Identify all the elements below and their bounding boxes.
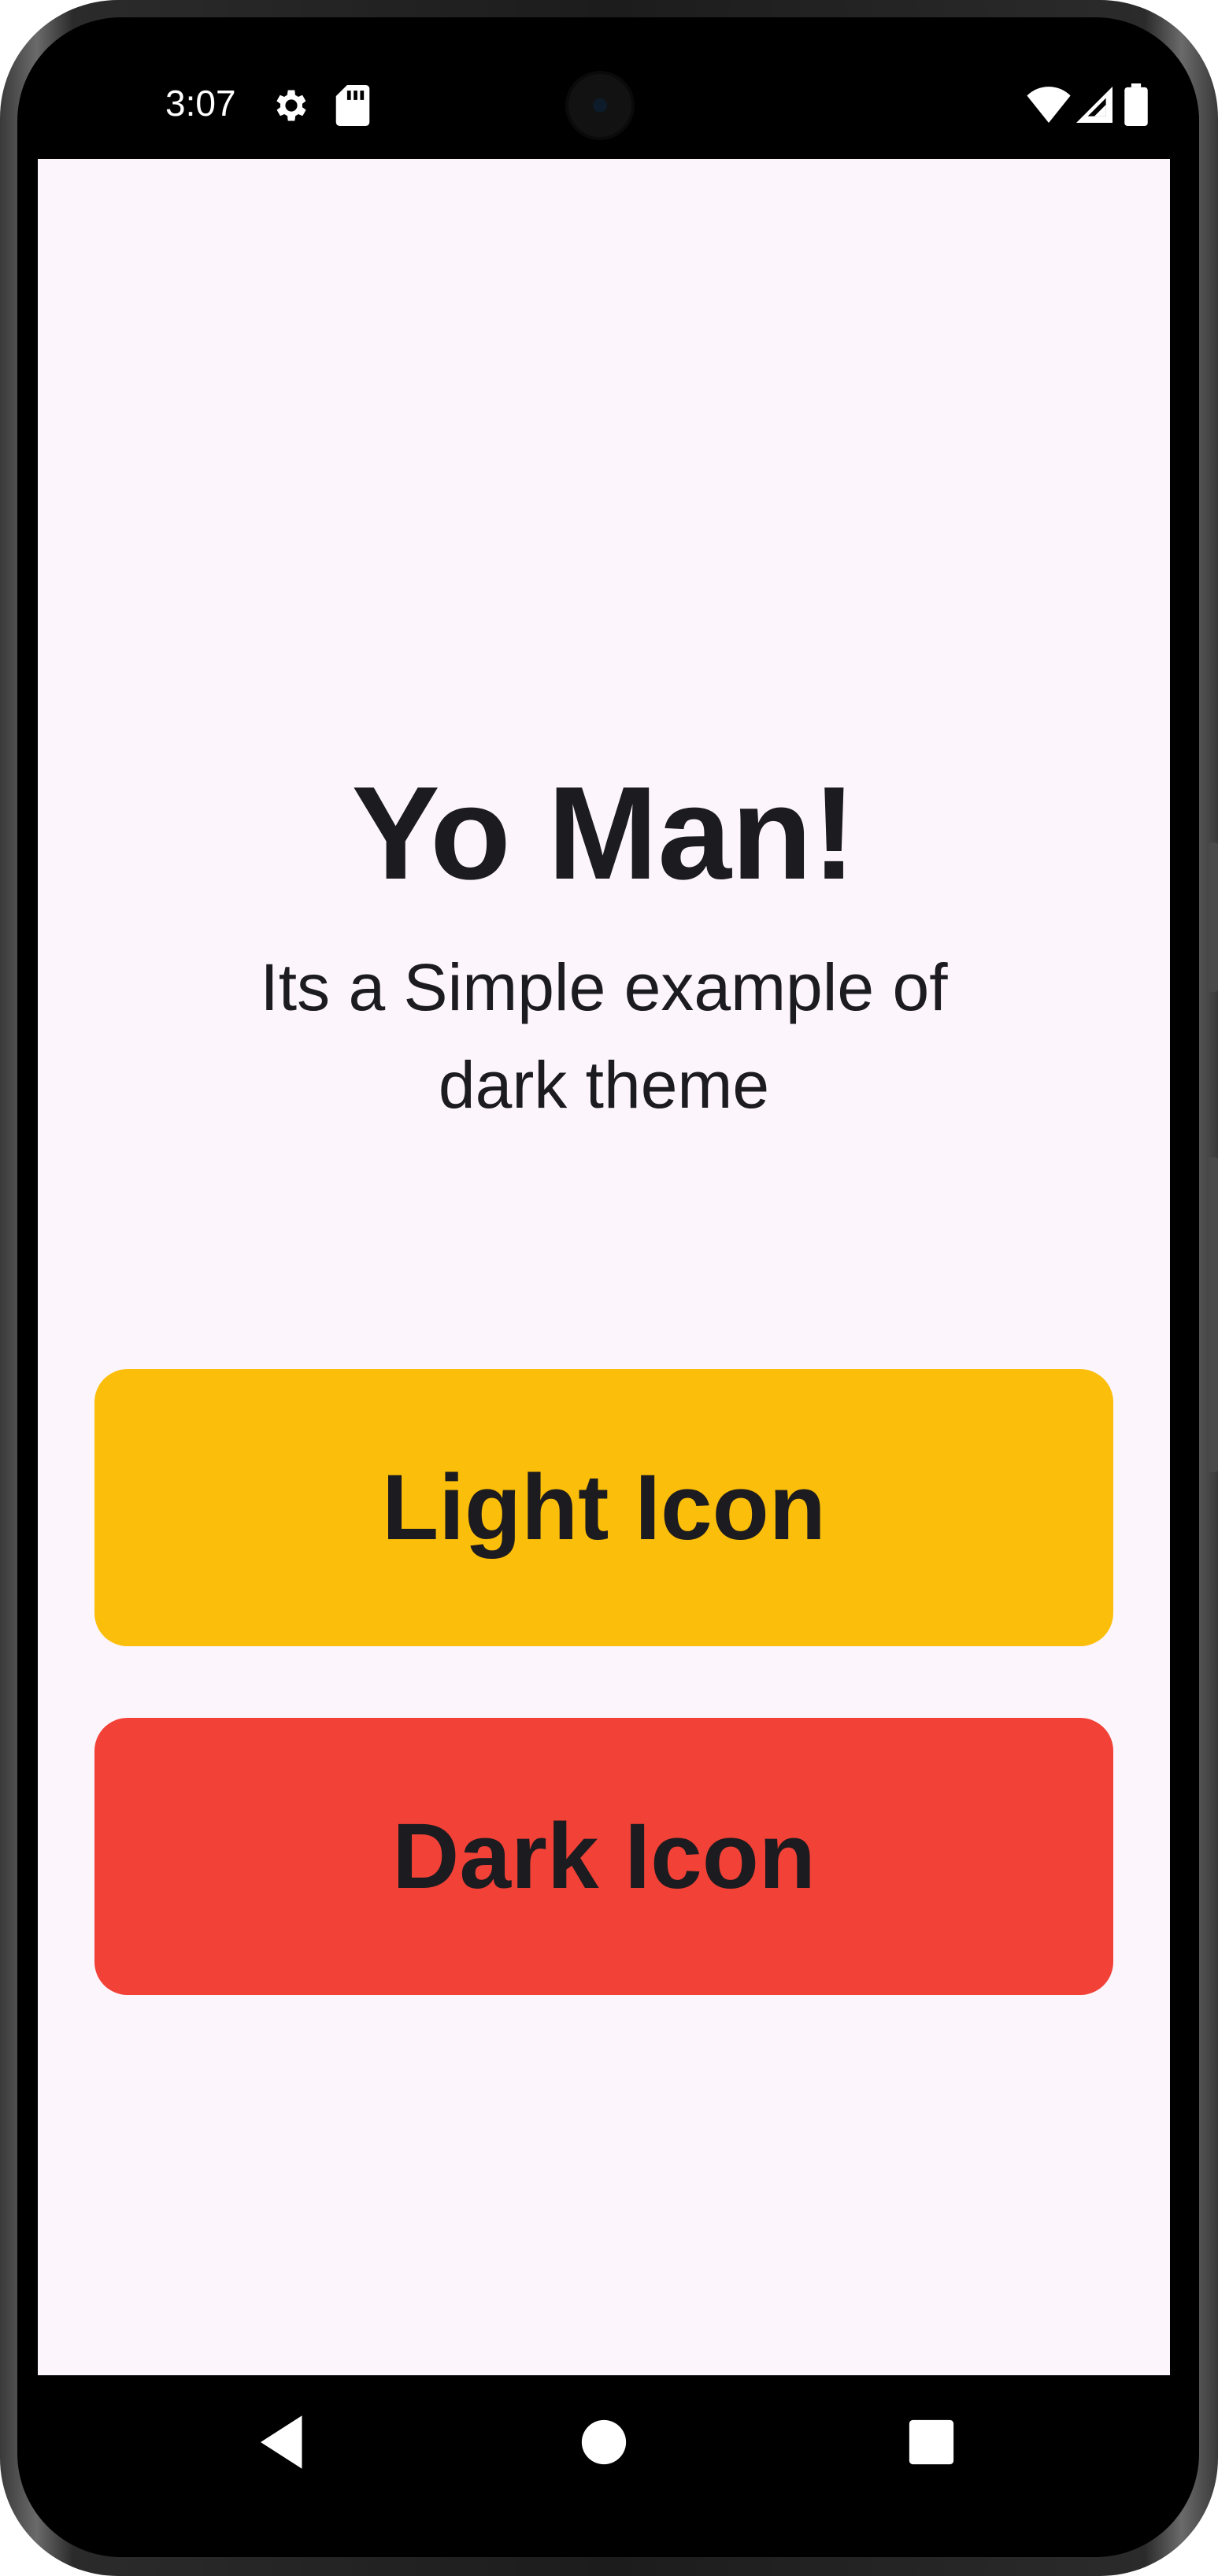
page-subtitle: Its a Simple example of dark theme <box>260 950 948 1122</box>
back-icon[interactable] <box>249 2407 320 2482</box>
home-icon[interactable] <box>568 2407 639 2482</box>
status-time: 3:07 <box>165 83 236 124</box>
app-screen: Yo Man! Its a Simple example of dark the… <box>38 159 1170 2375</box>
battery-icon <box>1124 83 1148 130</box>
sd-card-icon <box>335 85 370 130</box>
cell-signal-icon <box>1075 87 1113 127</box>
settings-icon <box>271 85 312 130</box>
light-icon-button[interactable]: Light Icon <box>94 1369 1113 1646</box>
navigation-bar <box>38 2375 1170 2509</box>
recents-icon[interactable] <box>896 2407 967 2482</box>
page-title: Yo Man! <box>351 759 857 907</box>
wifi-icon <box>1027 87 1071 127</box>
volume-button <box>1209 1157 1218 1472</box>
phone-frame: 3:07 Yo Man! Its a Simple example of dar… <box>0 0 1218 2576</box>
power-button <box>1209 842 1218 992</box>
front-camera <box>568 74 631 137</box>
dark-icon-button[interactable]: Dark Icon <box>94 1718 1113 1995</box>
